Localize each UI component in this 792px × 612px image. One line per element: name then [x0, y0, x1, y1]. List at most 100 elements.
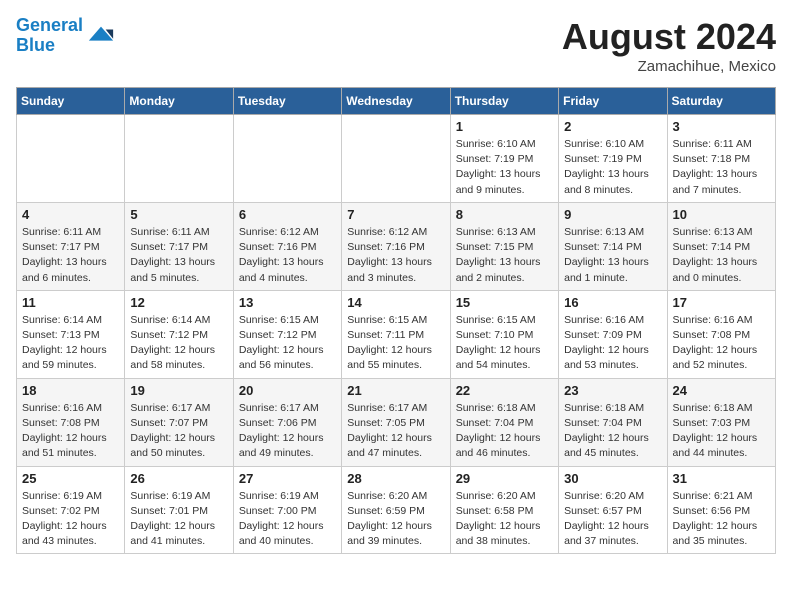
calendar-cell [233, 115, 341, 203]
day-header: Friday [559, 88, 667, 115]
day-info: Sunrise: 6:16 AM Sunset: 7:08 PM Dayligh… [22, 401, 119, 462]
day-number: 12 [130, 295, 227, 310]
day-header: Wednesday [342, 88, 450, 115]
day-header: Tuesday [233, 88, 341, 115]
calendar-cell: 7 Sunrise: 6:12 AM Sunset: 7:16 PM Daylig… [342, 202, 450, 290]
day-number: 2 [564, 119, 661, 134]
calendar-cell: 8Sunrise: 6:13 AM Sunset: 7:15 PM Daylig… [450, 202, 558, 290]
day-number: 25 [22, 471, 119, 486]
calendar-cell: 10 Sunrise: 6:13 AM Sunset: 7:14 PM Dayli… [667, 202, 775, 290]
day-number: 15 [456, 295, 553, 310]
day-info: Sunrise: 6:17 AM Sunset: 7:06 PM Dayligh… [239, 401, 336, 462]
calendar-week-row: 1Sunrise: 6:10 AM Sunset: 7:19 PM Daylig… [17, 115, 776, 203]
day-number: 5 [130, 207, 227, 222]
calendar-cell: 9 Sunrise: 6:13 AM Sunset: 7:14 PM Daylig… [559, 202, 667, 290]
day-number: 31 [673, 471, 770, 486]
day-number: 14 [347, 295, 444, 310]
day-number: 22 [456, 383, 553, 398]
day-number: 13 [239, 295, 336, 310]
day-info: Sunrise: 6:11 AM Sunset: 7:18 PM Dayligh… [673, 137, 770, 198]
day-header: Monday [125, 88, 233, 115]
day-number: 27 [239, 471, 336, 486]
day-number: 19 [130, 383, 227, 398]
calendar-cell: 20 Sunrise: 6:17 AM Sunset: 7:06 PM Dayli… [233, 378, 341, 466]
subtitle: Zamachihue, Mexico [562, 58, 776, 75]
day-info: Sunrise: 6:17 AM Sunset: 7:05 PM Dayligh… [347, 401, 444, 462]
day-number: 7 [347, 207, 444, 222]
day-number: 20 [239, 383, 336, 398]
calendar-cell [125, 115, 233, 203]
day-number: 3 [673, 119, 770, 134]
logo: GeneralBlue [16, 16, 115, 56]
day-info: Sunrise: 6:13 AM Sunset: 7:14 PM Dayligh… [564, 225, 661, 286]
calendar-week-row: 18 Sunrise: 6:16 AM Sunset: 7:08 PM Dayli… [17, 378, 776, 466]
day-info: Sunrise: 6:10 AM Sunset: 7:19 PM Dayligh… [564, 137, 661, 198]
calendar-header-row: SundayMondayTuesdayWednesdayThursdayFrid… [17, 88, 776, 115]
calendar-cell: 15 Sunrise: 6:15 AM Sunset: 7:10 PM Dayli… [450, 290, 558, 378]
day-info: Sunrise: 6:16 AM Sunset: 7:09 PM Dayligh… [564, 313, 661, 374]
calendar-cell: 6Sunrise: 6:12 AM Sunset: 7:16 PM Daylig… [233, 202, 341, 290]
day-number: 10 [673, 207, 770, 222]
logo-text: GeneralBlue [16, 16, 83, 56]
day-header: Thursday [450, 88, 558, 115]
day-number: 17 [673, 295, 770, 310]
day-info: Sunrise: 6:11 AM Sunset: 7:17 PM Dayligh… [22, 225, 119, 286]
page-header: GeneralBlue August 2024 Zamachihue, Mexi… [16, 16, 776, 75]
calendar-cell: 11 Sunrise: 6:14 AM Sunset: 7:13 PM Dayli… [17, 290, 125, 378]
day-info: Sunrise: 6:19 AM Sunset: 7:01 PM Dayligh… [130, 489, 227, 550]
day-info: Sunrise: 6:11 AM Sunset: 7:17 PM Dayligh… [130, 225, 227, 286]
day-info: Sunrise: 6:18 AM Sunset: 7:03 PM Dayligh… [673, 401, 770, 462]
calendar-cell: 31Sunrise: 6:21 AM Sunset: 6:56 PM Dayli… [667, 466, 775, 554]
title-block: August 2024 Zamachihue, Mexico [562, 16, 776, 75]
calendar-cell: 13 Sunrise: 6:15 AM Sunset: 7:12 PM Dayli… [233, 290, 341, 378]
day-info: Sunrise: 6:18 AM Sunset: 7:04 PM Dayligh… [456, 401, 553, 462]
day-number: 9 [564, 207, 661, 222]
calendar-week-row: 11 Sunrise: 6:14 AM Sunset: 7:13 PM Dayli… [17, 290, 776, 378]
day-number: 30 [564, 471, 661, 486]
calendar-cell: 26 Sunrise: 6:19 AM Sunset: 7:01 PM Dayli… [125, 466, 233, 554]
day-info: Sunrise: 6:18 AM Sunset: 7:04 PM Dayligh… [564, 401, 661, 462]
day-info: Sunrise: 6:20 AM Sunset: 6:58 PM Dayligh… [456, 489, 553, 550]
calendar-cell: 16Sunrise: 6:16 AM Sunset: 7:09 PM Dayli… [559, 290, 667, 378]
day-info: Sunrise: 6:19 AM Sunset: 7:02 PM Dayligh… [22, 489, 119, 550]
day-info: Sunrise: 6:17 AM Sunset: 7:07 PM Dayligh… [130, 401, 227, 462]
day-number: 18 [22, 383, 119, 398]
day-number: 4 [22, 207, 119, 222]
day-info: Sunrise: 6:15 AM Sunset: 7:10 PM Dayligh… [456, 313, 553, 374]
calendar-cell: 25 Sunrise: 6:19 AM Sunset: 7:02 PM Dayli… [17, 466, 125, 554]
day-number: 8 [456, 207, 553, 222]
day-info: Sunrise: 6:20 AM Sunset: 6:59 PM Dayligh… [347, 489, 444, 550]
calendar-cell [17, 115, 125, 203]
day-info: Sunrise: 6:12 AM Sunset: 7:16 PM Dayligh… [347, 225, 444, 286]
calendar-cell: 28Sunrise: 6:20 AM Sunset: 6:59 PM Dayli… [342, 466, 450, 554]
calendar-cell: 30 Sunrise: 6:20 AM Sunset: 6:57 PM Dayli… [559, 466, 667, 554]
day-info: Sunrise: 6:14 AM Sunset: 7:13 PM Dayligh… [22, 313, 119, 374]
day-header: Saturday [667, 88, 775, 115]
day-header: Sunday [17, 88, 125, 115]
day-number: 26 [130, 471, 227, 486]
calendar-week-row: 25 Sunrise: 6:19 AM Sunset: 7:02 PM Dayli… [17, 466, 776, 554]
calendar-cell: 1Sunrise: 6:10 AM Sunset: 7:19 PM Daylig… [450, 115, 558, 203]
calendar-cell: 12Sunrise: 6:14 AM Sunset: 7:12 PM Dayli… [125, 290, 233, 378]
day-info: Sunrise: 6:13 AM Sunset: 7:14 PM Dayligh… [673, 225, 770, 286]
day-info: Sunrise: 6:15 AM Sunset: 7:12 PM Dayligh… [239, 313, 336, 374]
calendar-cell: 14 Sunrise: 6:15 AM Sunset: 7:11 PM Dayli… [342, 290, 450, 378]
day-info: Sunrise: 6:19 AM Sunset: 7:00 PM Dayligh… [239, 489, 336, 550]
day-info: Sunrise: 6:20 AM Sunset: 6:57 PM Dayligh… [564, 489, 661, 550]
main-title: August 2024 [562, 16, 776, 58]
calendar-cell: 23Sunrise: 6:18 AM Sunset: 7:04 PM Dayli… [559, 378, 667, 466]
calendar-cell: 3 Sunrise: 6:11 AM Sunset: 7:18 PM Daylig… [667, 115, 775, 203]
calendar-cell: 27 Sunrise: 6:19 AM Sunset: 7:00 PM Dayli… [233, 466, 341, 554]
calendar-cell: 4 Sunrise: 6:11 AM Sunset: 7:17 PM Daylig… [17, 202, 125, 290]
calendar-cell: 21 Sunrise: 6:17 AM Sunset: 7:05 PM Dayli… [342, 378, 450, 466]
day-info: Sunrise: 6:16 AM Sunset: 7:08 PM Dayligh… [673, 313, 770, 374]
calendar-cell: 29Sunrise: 6:20 AM Sunset: 6:58 PM Dayli… [450, 466, 558, 554]
calendar-cell: 2 Sunrise: 6:10 AM Sunset: 7:19 PM Daylig… [559, 115, 667, 203]
day-number: 6 [239, 207, 336, 222]
day-number: 11 [22, 295, 119, 310]
day-number: 21 [347, 383, 444, 398]
calendar-cell: 5 Sunrise: 6:11 AM Sunset: 7:17 PM Daylig… [125, 202, 233, 290]
calendar-week-row: 4 Sunrise: 6:11 AM Sunset: 7:17 PM Daylig… [17, 202, 776, 290]
day-info: Sunrise: 6:15 AM Sunset: 7:11 PM Dayligh… [347, 313, 444, 374]
day-info: Sunrise: 6:10 AM Sunset: 7:19 PM Dayligh… [456, 137, 553, 198]
